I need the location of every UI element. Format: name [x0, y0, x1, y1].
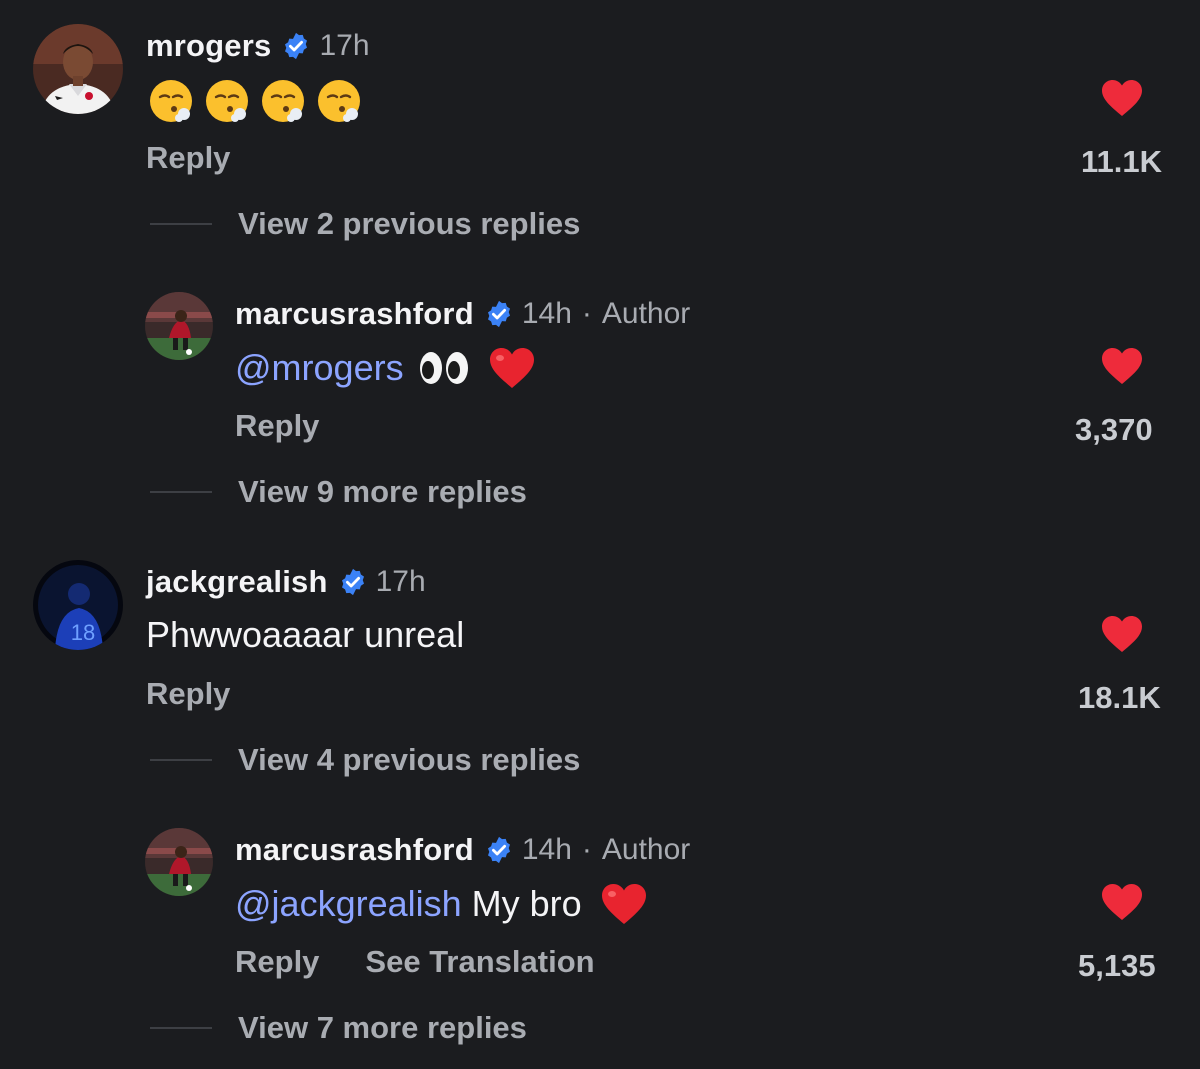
- reply-button[interactable]: Reply: [146, 140, 230, 176]
- comment-text: Phwwoaaaar unreal: [146, 614, 464, 656]
- timestamp: 17h: [319, 29, 370, 62]
- mention-link[interactable]: @jackgrealish: [235, 883, 462, 925]
- like-button[interactable]: [1072, 78, 1172, 118]
- reply-button[interactable]: Reply: [235, 944, 319, 980]
- username[interactable]: marcusrashford: [235, 832, 474, 868]
- comment-actions: Reply: [146, 676, 230, 712]
- heart-icon: [1102, 80, 1142, 116]
- like-count: 3,370: [1075, 412, 1153, 447]
- like-button[interactable]: [1072, 882, 1172, 922]
- author-label: Author: [601, 297, 691, 330]
- player-avatar-icon: [145, 828, 213, 896]
- exhaling-face-emoji-icon: [206, 80, 248, 122]
- heart-icon: [1102, 616, 1142, 652]
- username[interactable]: jackgrealish: [146, 564, 328, 600]
- player-avatar-icon: 18: [33, 560, 123, 650]
- exhaling-face-emoji-icon: [150, 80, 192, 122]
- like-button[interactable]: [1072, 346, 1172, 386]
- comment-header: mrogers 17h: [146, 28, 370, 64]
- comment-body: My bro: [461, 883, 582, 924]
- avatar-marcusrashford[interactable]: [145, 292, 213, 360]
- timestamp: 14h: [521, 297, 572, 330]
- red-heart-emoji-icon: [601, 884, 646, 924]
- thread-line: [150, 223, 212, 225]
- timestamp: 17h: [375, 565, 426, 598]
- mention-link[interactable]: @mrogers: [235, 347, 404, 389]
- verified-badge-icon: [341, 568, 364, 596]
- thread-line: [150, 491, 212, 493]
- username[interactable]: mrogers: [146, 28, 271, 64]
- comment-text: @jackgrealish My bro ❤️: [235, 882, 648, 926]
- comment-text: 😮‍💨😮‍💨😮‍💨😮‍💨: [148, 78, 372, 124]
- see-translation-button[interactable]: See Translation: [365, 944, 594, 980]
- comment-header: marcusrashford 14h · Author: [235, 296, 690, 332]
- verified-badge-icon: [487, 836, 510, 864]
- player-avatar-icon: [33, 24, 123, 114]
- view-replies-label: View 2 previous replies: [238, 206, 581, 241]
- view-replies-toggle[interactable]: View 4 previous replies: [150, 742, 580, 778]
- author-label: Author: [601, 833, 691, 866]
- view-replies-label: View 9 more replies: [238, 474, 527, 509]
- view-replies-label: View 4 previous replies: [238, 742, 581, 777]
- comment-text: @mrogers 👀 ❤️: [235, 346, 536, 390]
- comment-header: jackgrealish 17h: [146, 564, 426, 600]
- avatar-jackgrealish[interactable]: 18: [33, 560, 123, 650]
- verified-badge-icon: [285, 32, 308, 60]
- comment-actions: Reply: [235, 408, 319, 444]
- exhaling-face-emoji-icon: [262, 80, 304, 122]
- avatar-mrogers[interactable]: [33, 24, 123, 114]
- player-avatar-icon: [145, 292, 213, 360]
- reply-button[interactable]: Reply: [235, 408, 319, 444]
- verified-badge-icon: [487, 300, 510, 328]
- svg-text:18: 18: [71, 620, 95, 645]
- comment-actions: Reply See Translation: [235, 944, 595, 980]
- view-replies-label: View 7 more replies: [238, 1010, 527, 1045]
- heart-icon: [1102, 348, 1142, 384]
- separator-dot: ·: [581, 833, 592, 866]
- thread-line: [150, 1027, 212, 1029]
- comment-actions: Reply: [146, 140, 230, 176]
- timestamp: 14h: [521, 833, 572, 866]
- thread-line: [150, 759, 212, 761]
- red-heart-emoji-icon: [489, 348, 534, 388]
- like-count: 5,135: [1078, 948, 1156, 983]
- view-replies-toggle[interactable]: View 7 more replies: [150, 1010, 527, 1046]
- comment-header: marcusrashford 14h · Author: [235, 832, 690, 868]
- eyes-emoji-icon: [419, 352, 468, 384]
- separator-dot: ·: [581, 297, 592, 330]
- like-count: 18.1K: [1078, 680, 1161, 715]
- avatar-marcusrashford[interactable]: [145, 828, 213, 896]
- like-button[interactable]: [1072, 614, 1172, 654]
- heart-icon: [1102, 884, 1142, 920]
- view-replies-toggle[interactable]: View 9 more replies: [150, 474, 527, 510]
- comment-body: Phwwoaaaar unreal: [146, 614, 465, 655]
- view-replies-toggle[interactable]: View 2 previous replies: [150, 206, 580, 242]
- username[interactable]: marcusrashford: [235, 296, 474, 332]
- like-count: 11.1K: [1081, 144, 1163, 179]
- reply-button[interactable]: Reply: [146, 676, 230, 712]
- exhaling-face-emoji-icon: [318, 80, 360, 122]
